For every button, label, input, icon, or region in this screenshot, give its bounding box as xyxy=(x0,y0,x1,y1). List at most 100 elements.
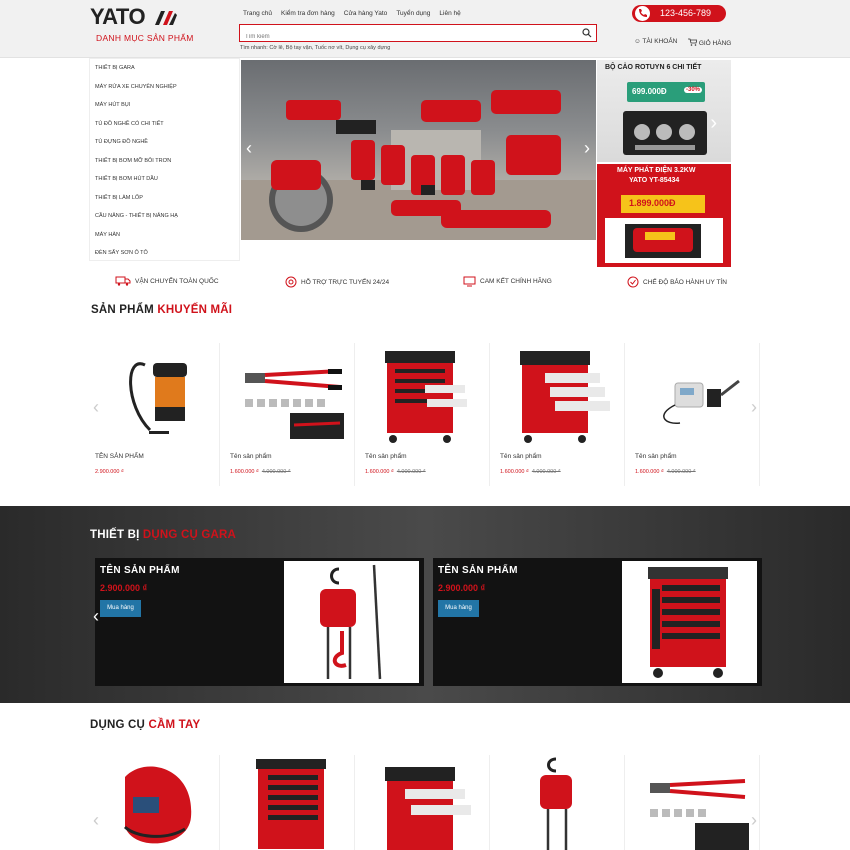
product-card[interactable] xyxy=(225,755,355,850)
product-old-price: 4.000.000 ₫ xyxy=(261,469,291,475)
category-item[interactable]: Thiết bị bơm mỡ bôi trơn xyxy=(90,152,239,171)
product-card[interactable] xyxy=(90,755,220,850)
promo-section-title: SẢN PHẨM KHUYẾN MÃI xyxy=(91,304,232,316)
product-old-price: 4.000.000 ₫ xyxy=(396,469,426,475)
category-item[interactable]: Đèn sấy sơn ô tô xyxy=(90,244,239,263)
logo[interactable]: YATO xyxy=(90,4,179,30)
account-label: TÀI KHOẢN xyxy=(642,38,678,45)
product-card[interactable] xyxy=(495,755,625,850)
category-item[interactable]: Thiết bị bơm hút dầu xyxy=(90,170,239,189)
buy-button[interactable]: Mua hàng xyxy=(100,600,141,617)
crimper-image xyxy=(650,779,749,850)
banner-next-arrow[interactable]: › xyxy=(584,138,590,159)
search-icon[interactable] xyxy=(582,28,592,38)
feature-warranty: CHẾ ĐỘ BẢO HÀNH UY TÍN xyxy=(627,276,727,288)
product-price: 1.600.000 ₫ 4.000.000 ₫ xyxy=(500,469,561,475)
banner-prev-arrow[interactable]: ‹ xyxy=(246,138,252,159)
vacuum-image xyxy=(129,362,187,434)
side-banner-puller[interactable]: BỘ CẢO ROTUYN 6 CHI TIẾT 699.000Đ -30% › xyxy=(597,60,731,162)
category-item[interactable]: Máy rửa xe chuyên nghiệp xyxy=(90,78,239,97)
product-card[interactable]: TÊN SẢN PHẨM 2.900.000 ₫ xyxy=(90,343,220,486)
gara-product-card[interactable]: TÊN SẢN PHẨM 2.900.000 ₫ Mua hàng xyxy=(433,558,762,686)
promo-next-arrow[interactable]: › xyxy=(751,397,757,418)
warranty-icon xyxy=(627,276,639,288)
side-banner-puller-title: BỘ CẢO ROTUYN 6 CHI TIẾT xyxy=(605,64,702,71)
account-link[interactable]: ☺ TÀI KHOẢN xyxy=(634,38,677,45)
side-banner-generator[interactable]: MÁY PHÁT ĐIỆN 3.2KW YATO YT-85434 1.899.… xyxy=(597,164,731,267)
search-input[interactable] xyxy=(240,29,570,45)
gara-next-arrow[interactable]: › xyxy=(751,606,757,627)
feature-label: CHẾ ĐỘ BẢO HÀNH UY TÍN xyxy=(643,278,727,286)
category-item[interactable]: Thiết bị làm lốp xyxy=(90,189,239,208)
hand-prev-arrow[interactable]: ‹ xyxy=(93,810,99,831)
product-name[interactable]: Tên sản phẩm xyxy=(635,453,677,460)
category-item[interactable]: Cầu nâng - Thiết bị nâng hạ xyxy=(90,207,239,226)
tool-cabinet-image xyxy=(648,567,728,678)
cart-label: GIỎ HÀNG xyxy=(698,40,732,47)
nav-order-check[interactable]: Kiểm tra đơn hàng xyxy=(281,10,335,17)
promo-prev-arrow[interactable]: ‹ xyxy=(93,397,99,418)
side-banner-price-tag: 699.000Đ -30% xyxy=(627,82,705,102)
nav-home[interactable]: Trang chủ xyxy=(243,10,272,17)
category-item[interactable]: Máy hút bụi xyxy=(90,96,239,115)
nav-careers[interactable]: Tuyển dụng xyxy=(396,10,430,17)
product-name[interactable]: TÊN SẢN PHẨM xyxy=(438,565,518,576)
product-price: 2.900.000 ₫ xyxy=(95,469,124,475)
section-title-highlight: KHUYẾN MÃI xyxy=(157,304,233,316)
hand-tools-section-title: DỤNG CỤ CẦM TAY xyxy=(90,719,200,731)
product-old-price: 4.000.000 ₫ xyxy=(531,469,561,475)
header: YATO DANH MỤC SẢN PHẨM Trang chủ Kiểm tr… xyxy=(0,0,850,58)
tool-cabinet-image xyxy=(520,351,610,443)
feature-label: CAM KẾT CHÍNH HÃNG xyxy=(480,278,552,285)
generator-image xyxy=(625,224,701,258)
category-item[interactable]: Máy hàn xyxy=(90,226,239,245)
category-item[interactable]: Thiết bị gara xyxy=(90,59,239,78)
product-price-value: 1.600.000 ₫ xyxy=(230,469,259,475)
hotline-button[interactable]: 123-456-789 xyxy=(632,5,726,22)
product-name[interactable]: TÊN SẢN PHẨM xyxy=(95,453,144,460)
product-name[interactable]: TÊN SẢN PHẨM xyxy=(100,565,180,576)
nav-contact[interactable]: Liên hệ xyxy=(439,10,460,17)
product-name[interactable]: Tên sản phẩm xyxy=(500,453,542,460)
user-icon: ☺ xyxy=(634,38,641,45)
side-banner-next-arrow[interactable]: › xyxy=(710,112,717,135)
feature-label: VẬN CHUYỂN TOÀN QUỐC xyxy=(135,277,219,285)
gara-prev-arrow[interactable]: ‹ xyxy=(93,606,99,627)
chain-hoist-image xyxy=(320,564,382,680)
cart-icon xyxy=(688,38,698,46)
product-card[interactable] xyxy=(360,755,490,850)
gara-product-card[interactable]: TÊN SẢN PHẨM 2.900.000 ₫ Mua hàng xyxy=(95,558,424,686)
truck-icon xyxy=(115,276,131,286)
side-banner-price: 699.000Đ xyxy=(632,87,667,96)
category-menu: Thiết bị gara Máy rửa xe chuyên nghiệp M… xyxy=(89,58,240,261)
section-title-highlight: DỤNG CỤ GARA xyxy=(142,529,237,541)
crimper-image xyxy=(245,369,344,439)
nav-store[interactable]: Cửa hàng Yato xyxy=(344,10,388,17)
hot-search[interactable]: Tìm nhanh: Cờ lê, Bộ tay vặn, Tuốc nơ ví… xyxy=(240,45,390,51)
feature-label: HỖ TRỢ TRỰC TUYẾN 24/24 xyxy=(301,278,390,286)
power-tools-image xyxy=(241,90,596,240)
cart-link[interactable]: GIỎ HÀNG xyxy=(688,38,731,47)
product-price: 2.900.000 ₫ xyxy=(100,583,148,593)
search-box xyxy=(239,24,597,45)
product-name[interactable]: Tên sản phẩm xyxy=(230,453,272,460)
section-title-plain: DỤNG CỤ xyxy=(90,719,146,731)
tool-cabinet-image xyxy=(256,759,326,849)
welding-helmet-image xyxy=(123,766,192,844)
main-banner[interactable]: ‹ › xyxy=(241,60,596,240)
genuine-icon xyxy=(463,276,476,287)
product-price: 2.900.000 ₫ xyxy=(438,583,486,593)
hand-next-arrow[interactable]: › xyxy=(751,810,757,831)
product-card[interactable] xyxy=(630,755,760,850)
generator-price-tag: 1.899.000Đ xyxy=(621,195,705,213)
side-banner-discount: -30% xyxy=(683,87,702,93)
section-title-plain: SẢN PHẨM xyxy=(91,304,154,316)
category-item[interactable]: Tủ đựng đồ nghề xyxy=(90,133,239,152)
buy-button[interactable]: Mua hàng xyxy=(438,600,479,617)
product-card[interactable]: Tên sản phẩm 1.600.000 ₫ 4.000.000 ₫ xyxy=(495,343,625,486)
product-card[interactable]: Tên sản phẩm 1.600.000 ₫ 4.000.000 ₫ xyxy=(360,343,490,486)
product-name[interactable]: Tên sản phẩm xyxy=(365,453,407,460)
category-item[interactable]: Tủ đồ nghề có chi tiết xyxy=(90,115,239,134)
product-card[interactable]: Tên sản phẩm 1.600.000 ₫ 4.000.000 ₫ xyxy=(630,343,760,486)
product-card[interactable]: Tên sản phẩm 1.600.000 ₫ 4.000.000 ₫ xyxy=(225,343,355,486)
